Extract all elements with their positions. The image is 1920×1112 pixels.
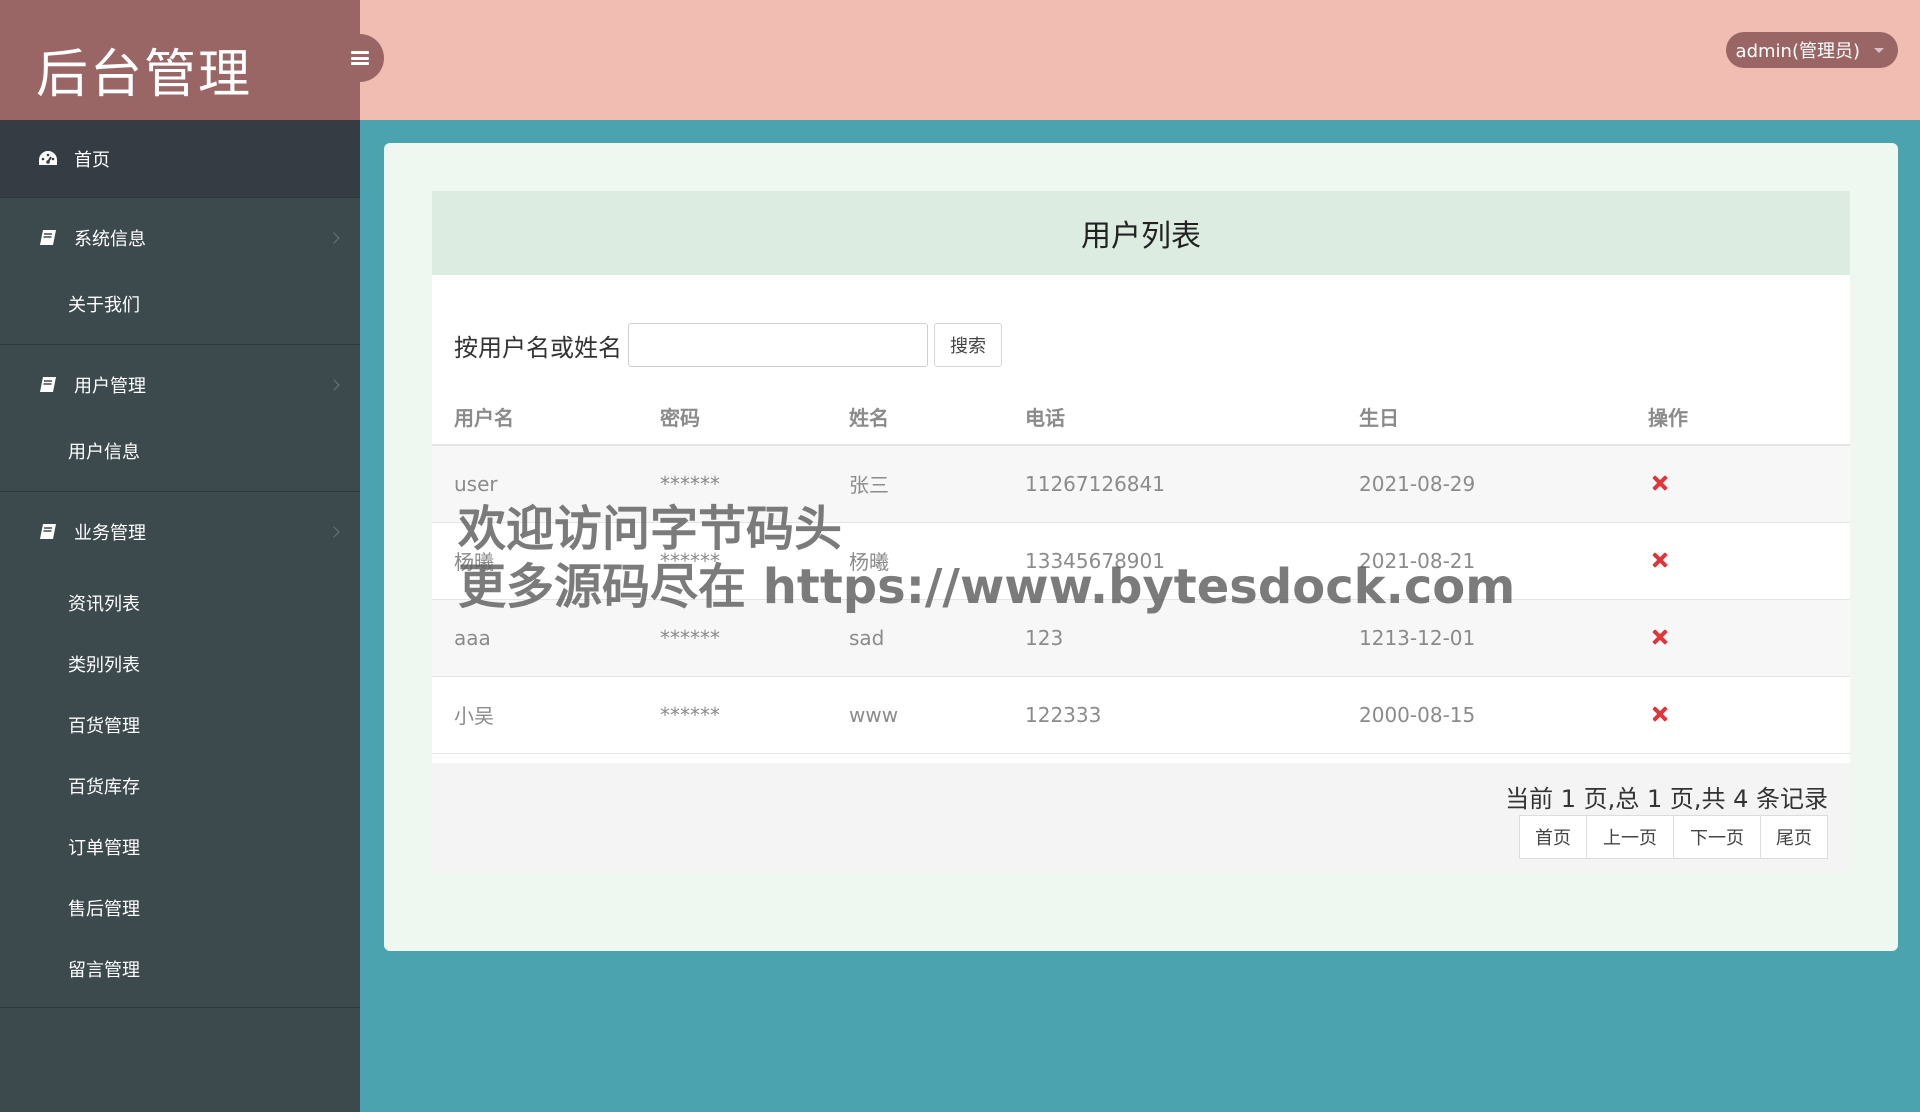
chevron-right-icon [328, 526, 340, 538]
column-header: 姓名 [827, 389, 1003, 446]
hamburger-icon [351, 51, 369, 65]
cell-actions [1626, 599, 1850, 677]
sidebar-group-label: 用户管理 [74, 376, 146, 397]
search-button[interactable]: 搜索 [934, 323, 1002, 367]
user-menu-button[interactable]: admin(管理员) [1725, 32, 1898, 68]
prev-page-button[interactable]: 上一页 [1586, 815, 1674, 859]
first-page-button[interactable]: 首页 [1519, 815, 1587, 859]
cell-password: ****** [638, 599, 827, 677]
user-name: admin(管理员) [1735, 41, 1860, 62]
last-page-button[interactable]: 尾页 [1760, 815, 1828, 859]
column-header: 操作 [1626, 389, 1850, 446]
dashboard-icon [36, 147, 60, 171]
pagination: 首页 上一页 下一页 尾页 [1519, 815, 1828, 859]
table-header-row: 用户名 密码 姓名 电话 生日 操作 [432, 389, 1850, 446]
list-title-bar: 用户列表 [432, 191, 1850, 275]
cell-phone: 11267126841 [1003, 445, 1337, 523]
sidebar-item-label: 资讯列表 [68, 593, 140, 615]
cell-actions [1626, 676, 1850, 754]
table-row: 杨曦 ****** 杨曦 13345678901 2021-08-21 [432, 522, 1850, 600]
user-table: 用户名 密码 姓名 电话 生日 操作 user ****** 张三 112671… [432, 389, 1850, 754]
sidebar-item-orders[interactable]: 订单管理 [0, 816, 360, 877]
table-row: user ****** 张三 11267126841 2021-08-29 [432, 445, 1850, 523]
delete-icon[interactable] [1652, 552, 1668, 568]
sidebar-item-label: 售后管理 [68, 898, 140, 920]
sidebar-item-messages[interactable]: 留言管理 [0, 938, 360, 999]
book-icon [36, 226, 60, 250]
delete-icon[interactable] [1652, 629, 1668, 645]
cell-username: aaa [432, 599, 638, 677]
column-header: 生日 [1337, 389, 1626, 446]
table-row: aaa ****** sad 123 1213-12-01 [432, 599, 1850, 677]
cell-name: sad [827, 599, 1003, 677]
delete-icon[interactable] [1652, 706, 1668, 722]
sidebar-group-business[interactable]: 业务管理 [0, 492, 360, 572]
cell-name: www [827, 676, 1003, 754]
next-page-button[interactable]: 下一页 [1673, 815, 1761, 859]
record-info: 当前 1 页,总 1 页,共 4 条记录 [1505, 785, 1828, 813]
delete-icon[interactable] [1652, 475, 1668, 491]
sidebar-item-label: 类别列表 [68, 654, 140, 676]
user-list-card: 用户列表 按用户名或姓名 搜索 用户名 密码 姓名 电话 生日 操作 user [432, 191, 1850, 873]
cell-name: 张三 [827, 445, 1003, 523]
cell-actions [1626, 445, 1850, 523]
sidebar-group-label: 系统信息 [74, 229, 146, 250]
column-header: 密码 [638, 389, 827, 446]
cell-phone: 122333 [1003, 676, 1337, 754]
cell-password: ****** [638, 445, 827, 523]
sidebar-item-home[interactable]: 首页 [0, 120, 360, 198]
search-input[interactable] [628, 323, 928, 367]
sidebar-group-system[interactable]: 系统信息 [0, 198, 360, 278]
sidebar-item-categories[interactable]: 类别列表 [0, 633, 360, 694]
sidebar-item-after-sales[interactable]: 售后管理 [0, 877, 360, 938]
cell-actions [1626, 522, 1850, 600]
column-header: 电话 [1003, 389, 1337, 446]
cell-phone: 13345678901 [1003, 522, 1337, 600]
sidebar-item-label: 首页 [74, 149, 110, 171]
search-label: 按用户名或姓名 [454, 333, 622, 362]
sidebar-item-stock[interactable]: 百货库存 [0, 755, 360, 816]
sidebar-item-goods[interactable]: 百货管理 [0, 694, 360, 755]
cell-name: 杨曦 [827, 522, 1003, 600]
pagination-area: 当前 1 页,总 1 页,共 4 条记录 首页 上一页 下一页 尾页 [432, 763, 1850, 873]
cell-password: ****** [638, 522, 827, 600]
sidebar-item-label: 用户信息 [68, 442, 140, 463]
top-header: admin(管理员) [360, 0, 1920, 120]
book-icon [36, 373, 60, 397]
search-row: 按用户名或姓名 搜索 [454, 323, 1002, 367]
sidebar-item-label: 百货库存 [68, 776, 140, 798]
cell-username: 小吴 [432, 676, 638, 754]
book-icon [36, 520, 60, 544]
chevron-right-icon [328, 379, 340, 391]
cell-birthday: 1213-12-01 [1337, 599, 1626, 677]
cell-phone: 123 [1003, 599, 1337, 677]
brand-title: 后台管理 [36, 45, 253, 105]
table-row: 小吴 ****** www 122333 2000-08-15 [432, 676, 1850, 754]
sidebar-item-label: 百货管理 [68, 715, 140, 737]
sidebar-item-label: 留言管理 [68, 959, 140, 981]
divider [0, 1007, 360, 1008]
cell-birthday: 2021-08-29 [1337, 445, 1626, 523]
caret-down-icon [1874, 48, 1884, 53]
chevron-right-icon [328, 232, 340, 244]
cell-username: 杨曦 [432, 522, 638, 600]
sidebar-item-news[interactable]: 资讯列表 [0, 572, 360, 633]
page-title: 用户列表 [1081, 219, 1201, 254]
sidebar-group-label: 业务管理 [74, 523, 146, 544]
sidebar-toggle-button[interactable] [336, 34, 384, 82]
content-panel: 用户列表 按用户名或姓名 搜索 用户名 密码 姓名 电话 生日 操作 user [384, 143, 1898, 951]
sidebar-item-user-info[interactable]: 用户信息 [0, 425, 360, 477]
cell-birthday: 2000-08-15 [1337, 676, 1626, 754]
column-header: 用户名 [432, 389, 638, 446]
sidebar-item-about[interactable]: 关于我们 [0, 278, 360, 330]
cell-password: ****** [638, 676, 827, 754]
cell-username: user [432, 445, 638, 523]
cell-birthday: 2021-08-21 [1337, 522, 1626, 600]
sidebar-group-users[interactable]: 用户管理 [0, 345, 360, 425]
sidebar-item-label: 订单管理 [68, 837, 140, 859]
brand-header: 后台管理 [0, 0, 360, 120]
sidebar-item-label: 关于我们 [68, 295, 140, 316]
sidebar: 后台管理 首页 系统信息 关于我们 用户管理 用户信息 业务管理 资讯列表 类别… [0, 0, 360, 1112]
